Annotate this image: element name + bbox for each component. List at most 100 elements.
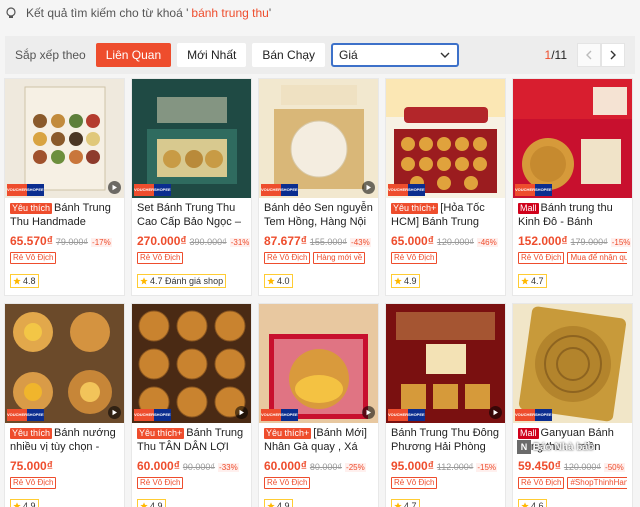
sieu-re-label: SHOPEE SIÊU RẺ: [535, 409, 552, 421]
product-card[interactable]: VOUCHER XTRASHOPEE SIÊU RẺ Bánh dẻo Sen n…: [258, 78, 379, 296]
product-title[interactable]: Yêu thích+[Bánh Mới] Nhân Gà quay , Xá x…: [264, 426, 373, 454]
product-price: 65.000₫: [391, 234, 434, 248]
voucher-xtra-label: VOUCHER XTRA: [388, 409, 409, 421]
product-image[interactable]: VOUCHER XTRASHOPEE SIÊU RẺ: [5, 79, 124, 198]
discount-badge: -15%: [610, 238, 632, 247]
sort-newest-button[interactable]: Mới Nhất: [177, 43, 247, 67]
voucher-badge: VOUCHER XTRASHOPEE SIÊU RẺ: [7, 409, 44, 421]
sort-relevance-button[interactable]: Liên Quan: [95, 43, 172, 67]
product-card[interactable]: VOUCHER XTRASHOPEE SIÊU RẺ Set Bánh Trung…: [131, 78, 252, 296]
rating-row: 4.0: [264, 274, 373, 288]
sieu-re-label: SHOPEE SIÊU RẺ: [408, 184, 425, 196]
sieu-re-label: SHOPEE SIÊU RẺ: [281, 409, 298, 421]
rating-badge: 4.6: [518, 499, 547, 507]
video-play-button[interactable]: [108, 406, 121, 419]
product-tag: Yêu thích: [10, 203, 53, 214]
rating-row: 4.7: [518, 274, 627, 288]
product-image[interactable]: VOUCHER XTRASHOPEE SIÊU RẺ: [5, 304, 124, 423]
sieu-re-label: SHOPEE SIÊU RẺ: [27, 184, 44, 196]
product-card[interactable]: VOUCHER XTRASHOPEE SIÊU RẺ MallBánh trung…: [512, 78, 633, 296]
product-photo: [259, 79, 378, 198]
rating-value: 4.6: [531, 501, 544, 507]
rating-badge: 4.0: [264, 274, 293, 288]
promo-chip: Rẻ Vô Địch: [137, 477, 184, 489]
sieu-re-label: SHOPEE SIÊU RẺ: [27, 409, 44, 421]
product-image[interactable]: VOUCHER XTRASHOPEE SIÊU RẺ: [132, 79, 251, 198]
product-card[interactable]: VOUCHER XTRASHOPEE SIÊU RẺ Yêu thíchBánh …: [4, 303, 125, 507]
chevron-down-icon: [440, 52, 450, 58]
discount-badge: -50%: [604, 463, 625, 472]
sieu-re-label: SHOPEE SIÊU RẺ: [535, 184, 552, 196]
star-icon: [140, 502, 148, 507]
original-price: 79.000₫: [55, 237, 89, 247]
promo-chip: Rẻ Vô Địch: [518, 252, 565, 264]
product-card[interactable]: VOUCHER XTRASHOPEE SIÊU RẺMallGanyuan Bá…: [512, 303, 633, 507]
rating-badge: 4.7 Đánh giá shop: [137, 274, 227, 288]
promo-chip: Mua để nhận quà: [567, 252, 627, 264]
video-play-button[interactable]: [108, 181, 121, 194]
product-card[interactable]: VOUCHER XTRASHOPEE SIÊU RẺ Yêu thích+[Bán…: [258, 303, 379, 507]
product-title[interactable]: Bánh Trung Thu Đông Phương Hải Phòng: [391, 426, 500, 454]
product-title[interactable]: Bánh dẻo Sen nguyễn Tem Hồng, Hàng Nội Đ…: [264, 201, 373, 229]
product-title[interactable]: Yêu thích+[Hỏa Tốc HCM] Bánh Trung Thu T…: [391, 201, 500, 229]
rating-badge: 4.7: [391, 499, 420, 507]
product-title-text: Bánh dẻo Sen nguyễn Tem Hồng, Hàng Nội Đ…: [264, 202, 373, 228]
product-photo: [132, 304, 251, 423]
product-photo: [386, 304, 505, 423]
product-image[interactable]: VOUCHER XTRASHOPEE SIÊU RẺ: [132, 304, 251, 423]
voucher-badge: VOUCHER XTRASHOPEE SIÊU RẺ: [134, 184, 171, 196]
video-play-button[interactable]: [362, 406, 375, 419]
promo-chip: Rẻ Vô Địch: [391, 252, 438, 264]
result-keyword: bánh trung thu: [191, 6, 269, 20]
product-photo: [5, 79, 124, 198]
promo-chip: Rẻ Vô Địch: [10, 477, 57, 489]
product-title[interactable]: Yêu thích Bánh nướng nhiều vị tùy chọn - …: [10, 426, 119, 454]
star-icon: [140, 277, 148, 285]
product-title[interactable]: Yêu thíchBánh Trung Thu Handmade Délice …: [10, 201, 119, 229]
product-image[interactable]: VOUCHER XTRASHOPEE SIÊU RẺ: [386, 304, 505, 423]
voucher-badge: VOUCHER XTRASHOPEE SIÊU RẺ: [134, 409, 171, 421]
voucher-badge: VOUCHER XTRASHOPEE SIÊU RẺ: [388, 184, 425, 196]
product-title-text: Set Bánh Trung Thu Cao Cấp Bảo Ngọc – Th…: [137, 202, 241, 228]
product-image[interactable]: VOUCHER XTRASHOPEE SIÊU RẺ: [513, 304, 632, 423]
original-price: 390.000₫: [189, 237, 227, 247]
star-icon: [267, 502, 275, 507]
price-row: 65.570₫ 79.000₫ -17%: [10, 234, 119, 248]
sort-label: Sắp xếp theo: [15, 48, 86, 62]
prev-page-button[interactable]: [577, 43, 601, 67]
lightbulb-icon: [6, 7, 16, 18]
product-title[interactable]: Set Bánh Trung Thu Cao Cấp Bảo Ngọc – Th…: [137, 201, 246, 229]
product-price: 270.000₫: [137, 234, 187, 248]
product-card[interactable]: VOUCHER XTRASHOPEE SIÊU RẺ Yêu thích+[Hỏa…: [385, 78, 506, 296]
sort-bestselling-button[interactable]: Bán Chạy: [252, 43, 326, 67]
product-image[interactable]: VOUCHER XTRASHOPEE SIÊU RẺ: [259, 79, 378, 198]
product-card[interactable]: VOUCHER XTRASHOPEE SIÊU RẺ Yêu thíchBánh …: [4, 78, 125, 296]
product-image[interactable]: VOUCHER XTRASHOPEE SIÊU RẺ: [513, 79, 632, 198]
product-tag: Mall: [518, 203, 539, 214]
discount-badge: -31%: [229, 238, 251, 247]
next-page-button[interactable]: [601, 43, 625, 67]
product-image[interactable]: VOUCHER XTRASHOPEE SIÊU RẺ: [386, 79, 505, 198]
video-play-button[interactable]: [235, 406, 248, 419]
promo-chip: Rẻ Vô Địch: [264, 477, 311, 489]
video-play-button[interactable]: [489, 406, 502, 419]
rating-value: 4.0: [277, 276, 290, 286]
product-title[interactable]: MallBánh trung thu Kinh Đô - Bánh nướng …: [518, 201, 627, 229]
product-card[interactable]: VOUCHER XTRASHOPEE SIÊU RẺ Yêu thích+Bánh…: [131, 303, 252, 507]
product-photo: [513, 304, 632, 423]
original-price: 120.000₫: [563, 462, 602, 472]
promo-chips: Rẻ Vô Địch: [10, 252, 119, 264]
product-photo: [5, 304, 124, 423]
product-price: 95.000₫: [391, 459, 434, 473]
play-icon: [112, 184, 117, 191]
product-tag: Yêu thích+: [137, 428, 185, 439]
price-sort-select[interactable]: Giá: [331, 43, 460, 67]
video-play-button[interactable]: [362, 181, 375, 194]
product-image[interactable]: VOUCHER XTRASHOPEE SIÊU RẺ: [259, 304, 378, 423]
chevron-left-icon: [586, 50, 592, 60]
play-icon: [112, 409, 117, 416]
product-title[interactable]: Yêu thích+Bánh Trung Thu TÂN DÂN LỢI 200…: [137, 426, 246, 454]
promo-chips: Rẻ Vô Địch: [137, 252, 246, 264]
voucher-badge: VOUCHER XTRASHOPEE SIÊU RẺ: [261, 409, 298, 421]
product-card[interactable]: VOUCHER XTRASHOPEE SIÊU RẺ Bánh Trung Thu…: [385, 303, 506, 507]
